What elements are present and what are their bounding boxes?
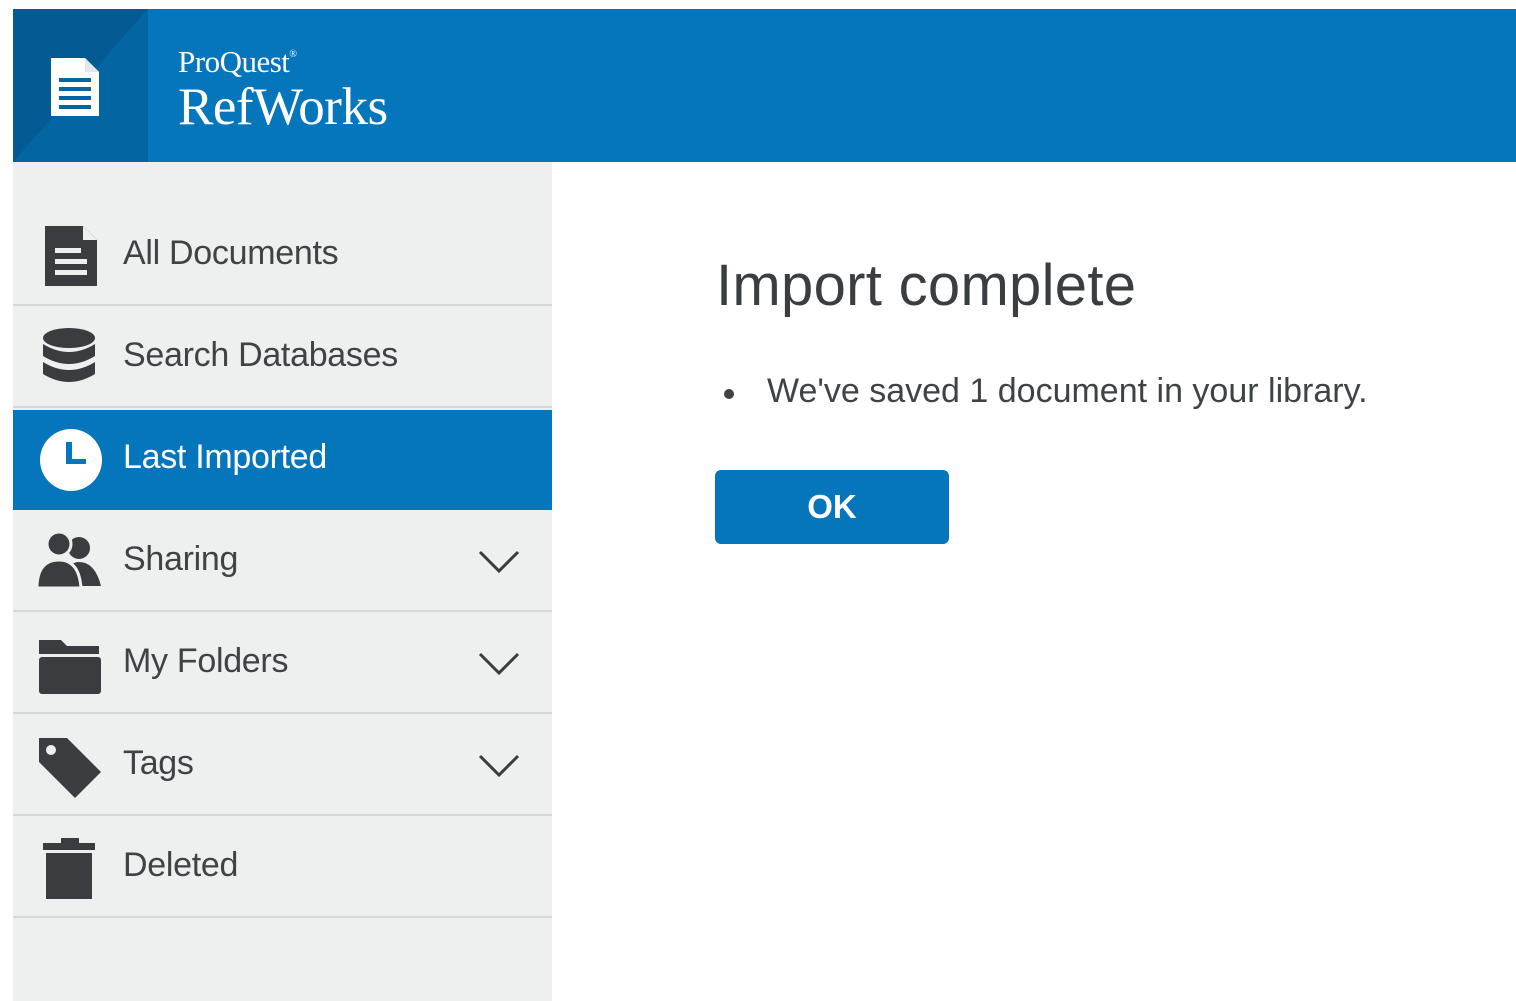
sidebar-item-label: Deleted [123,846,239,884]
import-message: We've saved 1 document in your library. [767,372,1368,410]
sidebar: All Documents Search Databases Last Impo… [13,162,552,1001]
sidebar-item-last-imported[interactable]: Last Imported [13,410,552,510]
tag-icon [39,738,101,798]
sidebar-item-search-databases[interactable]: Search Databases [13,308,552,408]
sidebar-item-tags[interactable]: Tags [13,716,552,816]
chevron-down-icon[interactable] [477,548,521,576]
header-logo-box[interactable] [13,9,148,162]
sidebar-item-label: My Folders [123,642,289,680]
document-icon [45,226,97,286]
ok-button[interactable]: OK [715,470,949,544]
document-icon [51,58,99,116]
sidebar-item-label: All Documents [123,234,339,272]
clock-icon [40,429,102,491]
users-icon [35,530,101,590]
import-message-list: We've saved 1 document in your library. [720,372,1368,411]
sidebar-item-label: Tags [123,744,194,782]
sidebar-item-label: Sharing [123,540,239,578]
database-icon [43,328,95,382]
bullet [724,389,734,399]
sidebar-item-deleted[interactable]: Deleted [13,818,552,918]
brand-proquest: ProQuest® [178,44,297,79]
brand-refworks[interactable]: RefWorks [178,77,388,137]
sidebar-item-sharing[interactable]: Sharing [13,512,552,612]
sidebar-item-label: Last Imported [123,438,327,476]
app-header: ProQuest® RefWorks [13,9,1516,162]
trash-icon [43,838,95,899]
list-item: We've saved 1 document in your library. [720,372,1368,411]
sidebar-item-label: Search Databases [123,336,398,374]
page-title: Import complete [716,253,1137,318]
folder-icon [39,640,101,694]
sidebar-item-my-folders[interactable]: My Folders [13,614,552,714]
chevron-down-icon[interactable] [477,650,521,678]
sidebar-item-all-documents[interactable]: All Documents [13,206,552,306]
chevron-down-icon[interactable] [477,752,521,780]
